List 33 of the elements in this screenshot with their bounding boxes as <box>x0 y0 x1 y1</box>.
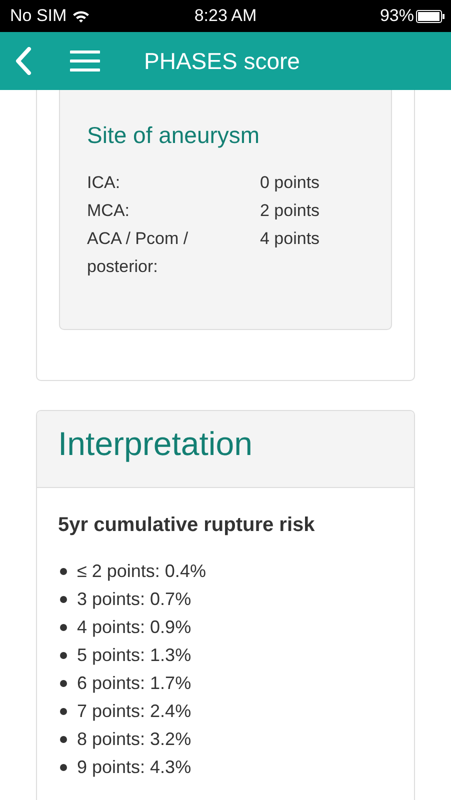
risk-item: 9 points: 4.3% <box>77 756 192 779</box>
battery-icon <box>416 10 445 22</box>
risk-item: 8 points: 3.2% <box>77 728 192 751</box>
risk-heading: 5yr cumulative rupture risk <box>58 514 316 537</box>
risk-item: 6 points: 1.7% <box>77 672 192 695</box>
points-value: 4 points <box>260 228 321 250</box>
risk-item: 5 points: 1.3% <box>77 644 192 667</box>
risk-item: 7 points: 2.4% <box>77 700 192 723</box>
wifi-icon <box>72 10 90 22</box>
bullet-icon <box>60 708 67 714</box>
clock-text: 8:23 AM <box>194 6 257 26</box>
menu-icon[interactable] <box>70 50 100 72</box>
site-label: ICA: <box>87 172 122 194</box>
battery-text: 93% <box>380 6 414 26</box>
back-icon[interactable] <box>14 47 32 75</box>
points-value: 0 points <box>260 172 321 194</box>
risk-item: 4 points: 0.9% <box>77 616 192 639</box>
bullet-icon <box>60 736 67 742</box>
site-label: MCA: <box>87 200 130 222</box>
bullet-icon <box>60 652 67 658</box>
risk-item: ≤ 2 points: 0.4% <box>77 560 206 583</box>
bullet-icon <box>60 596 67 602</box>
site-label: ACA / Pcom / posterior: <box>87 228 190 278</box>
bullet-icon <box>60 624 67 630</box>
bullet-icon <box>60 680 67 686</box>
card-title: Interpretation <box>58 425 252 462</box>
section-title: Site of aneurysm <box>87 122 261 149</box>
bullet-icon <box>60 568 67 574</box>
carrier-text: No SIM <box>10 6 67 26</box>
risk-item: 3 points: 0.7% <box>77 588 192 611</box>
points-value: 2 points <box>260 200 321 222</box>
bullet-icon <box>60 764 67 770</box>
screen-title: PHASES score <box>144 48 300 74</box>
